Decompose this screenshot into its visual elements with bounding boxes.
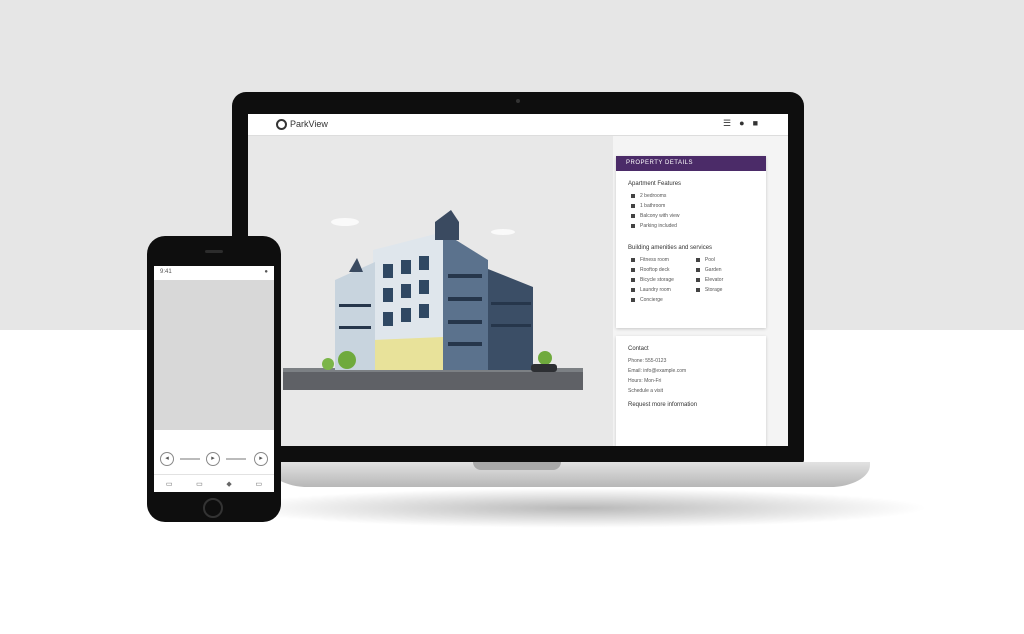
contact-line[interactable]: Schedule a visit xyxy=(628,386,754,396)
list-item: Balcony with view xyxy=(631,211,754,221)
next-icon[interactable]: ▸ xyxy=(254,452,268,466)
bullet-icon xyxy=(631,204,635,208)
progress-track[interactable] xyxy=(180,458,200,460)
phone-media-controls: ◂ ▸ ▸ xyxy=(154,450,274,470)
contact-line: Phone: 555-0123 xyxy=(628,358,667,364)
list-item: Bicycle storage xyxy=(631,275,674,285)
menu-icon[interactable]: ☰ xyxy=(723,118,731,129)
profile-icon[interactable]: ▭ xyxy=(255,480,262,488)
logo-icon[interactable] xyxy=(276,119,287,130)
contact-panel: Contact Phone: 555-0123 Email: info@exam… xyxy=(616,336,766,446)
bullet-icon xyxy=(631,278,635,282)
smartphone: 9:41 ● ◂ ▸ ▸ ▭ ▭ ◆ ▭ xyxy=(147,236,281,522)
contact-list: Phone: 555-0123 Email: info@example.com … xyxy=(616,352,766,396)
bullet-icon xyxy=(631,298,635,302)
property-hero-image xyxy=(248,136,613,446)
volume-track[interactable] xyxy=(226,458,246,460)
amenities-column-2: Pool Garden Elevator Storage xyxy=(695,255,723,305)
status-time: 9:41 xyxy=(160,269,172,275)
list-item: Laundry room xyxy=(631,285,674,295)
brand-name[interactable]: ParkView xyxy=(290,119,328,129)
status-indicator-icon: ● xyxy=(264,269,268,275)
bullet-icon xyxy=(695,278,700,282)
home-icon[interactable]: ▭ xyxy=(166,480,173,488)
site-header: ParkView ☰ ● ■ xyxy=(248,114,788,136)
laptop-base xyxy=(268,462,870,487)
panel-header: PROPERTY DETAILS xyxy=(616,156,766,171)
list-item: Elevator xyxy=(695,275,723,285)
list-item: Concierge xyxy=(631,295,674,305)
bullet-icon xyxy=(695,288,700,292)
heart-icon[interactable]: ◆ xyxy=(226,480,231,488)
list-item: Parking included xyxy=(631,221,754,231)
laptop-camera xyxy=(516,99,520,103)
list-item: Fitness room xyxy=(631,255,674,265)
phone-speaker xyxy=(205,250,223,253)
laptop: ParkView ☰ ● ■ PROPERTY DETAILS Apartmen… xyxy=(232,92,804,464)
list-item: 2 bedrooms xyxy=(631,191,754,201)
bullet-icon xyxy=(631,258,635,262)
laptop-screen: ParkView ☰ ● ■ PROPERTY DETAILS Apartmen… xyxy=(248,114,788,446)
bullet-icon xyxy=(631,224,635,228)
list-item: 1 bathroom xyxy=(631,201,754,211)
cart-icon[interactable]: ■ xyxy=(753,118,758,129)
play-icon[interactable]: ▸ xyxy=(206,452,220,466)
bullet-icon xyxy=(631,214,635,218)
phone-tab-bar: ▭ ▭ ◆ ▭ xyxy=(154,474,274,492)
home-button[interactable] xyxy=(203,498,223,518)
bullet-icon xyxy=(631,268,635,272)
user-icon[interactable]: ● xyxy=(739,118,744,129)
previous-icon[interactable]: ◂ xyxy=(160,452,174,466)
contact-line: Hours: Mon-Fri xyxy=(628,378,662,384)
bullet-icon xyxy=(695,268,700,272)
list-item: Storage xyxy=(695,285,723,295)
features-list: 2 bedrooms 1 bathroom Balcony with view … xyxy=(616,187,766,231)
search-icon[interactable]: ▭ xyxy=(196,480,203,488)
header-icons: ☰ ● ■ xyxy=(723,118,758,129)
property-details-panel: PROPERTY DETAILS Apartment Features 2 be… xyxy=(616,156,766,328)
list-item: Pool xyxy=(695,255,723,265)
amenities-list: Fitness room Rooftop deck Bicycle storag… xyxy=(616,251,766,305)
bullet-icon xyxy=(631,288,635,292)
laptop-notch xyxy=(473,462,561,470)
amenities-column-1: Fitness room Rooftop deck Bicycle storag… xyxy=(631,255,674,305)
list-item: Garden xyxy=(695,265,723,275)
device-shadow xyxy=(230,488,930,528)
phone-image-placeholder xyxy=(154,280,274,430)
contact-line[interactable]: Email: info@example.com xyxy=(628,366,754,376)
bullet-icon xyxy=(695,258,700,262)
building-illustration xyxy=(283,210,583,390)
request-info-link[interactable]: Request more information xyxy=(616,402,766,408)
list-item: Rooftop deck xyxy=(631,265,674,275)
bullet-icon xyxy=(631,194,635,198)
phone-screen: 9:41 ● ◂ ▸ ▸ ▭ ▭ ◆ ▭ xyxy=(154,266,274,492)
phone-status-bar: 9:41 ● xyxy=(154,266,274,280)
